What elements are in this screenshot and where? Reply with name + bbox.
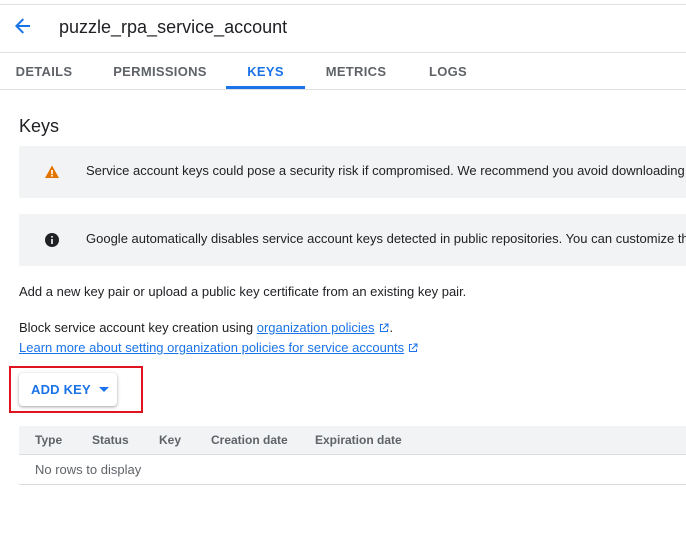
section-title: Keys xyxy=(19,116,60,136)
annotation-highlight-box xyxy=(9,366,143,413)
tab-logs[interactable]: LOGS xyxy=(414,53,482,89)
info-icon xyxy=(44,232,60,248)
tab-permissions[interactable]: PERMISSIONS xyxy=(104,53,216,89)
learn-more-row: Learn more about setting organization po… xyxy=(19,340,419,357)
add-key-hint: Add a new key pair or upload a public ke… xyxy=(19,284,467,299)
back-button[interactable] xyxy=(10,15,36,41)
block-key-creation-text: Block service account key creation using… xyxy=(19,320,393,337)
tab-metrics[interactable]: METRICS xyxy=(317,53,395,89)
column-header-type[interactable]: Type xyxy=(35,433,62,447)
column-header-key[interactable]: Key xyxy=(159,433,181,447)
info-banner: Google automatically disables service ac… xyxy=(19,214,686,266)
page: puzzle_rpa_service_account DETAILS PERMI… xyxy=(0,0,686,537)
arrow-back-icon xyxy=(14,17,32,40)
column-header-expiration-date[interactable]: Expiration date xyxy=(315,433,402,447)
table-header: Type Status Key Creation date Expiration… xyxy=(19,426,686,455)
tab-keys[interactable]: KEYS xyxy=(226,53,305,89)
column-header-status[interactable]: Status xyxy=(92,433,129,447)
empty-message: No rows to display xyxy=(35,462,142,477)
tab-details[interactable]: DETAILS xyxy=(0,53,88,89)
organization-policies-link[interactable]: organization policies xyxy=(257,320,375,335)
learn-more-link[interactable]: Learn more about setting organization po… xyxy=(19,340,404,355)
warning-banner-text: Service account keys could pose a securi… xyxy=(86,163,686,178)
tabs-divider xyxy=(0,89,686,90)
header: puzzle_rpa_service_account xyxy=(0,5,686,52)
info-banner-text: Google automatically disables service ac… xyxy=(86,231,686,246)
external-link-icon xyxy=(378,322,390,337)
page-title: puzzle_rpa_service_account xyxy=(59,17,288,37)
block-text: Block service account key creation using xyxy=(19,320,257,335)
external-link-icon xyxy=(407,342,419,357)
warning-banner: Service account keys could pose a securi… xyxy=(19,146,686,198)
warning-icon xyxy=(44,164,60,180)
tab-bar: DETAILS PERMISSIONS KEYS METRICS LOGS xyxy=(0,53,686,89)
table-empty-row: No rows to display xyxy=(19,455,686,485)
block-text-end: . xyxy=(389,320,394,335)
keys-table: Type Status Key Creation date Expiration… xyxy=(19,426,686,485)
column-header-creation-date[interactable]: Creation date xyxy=(211,433,288,447)
